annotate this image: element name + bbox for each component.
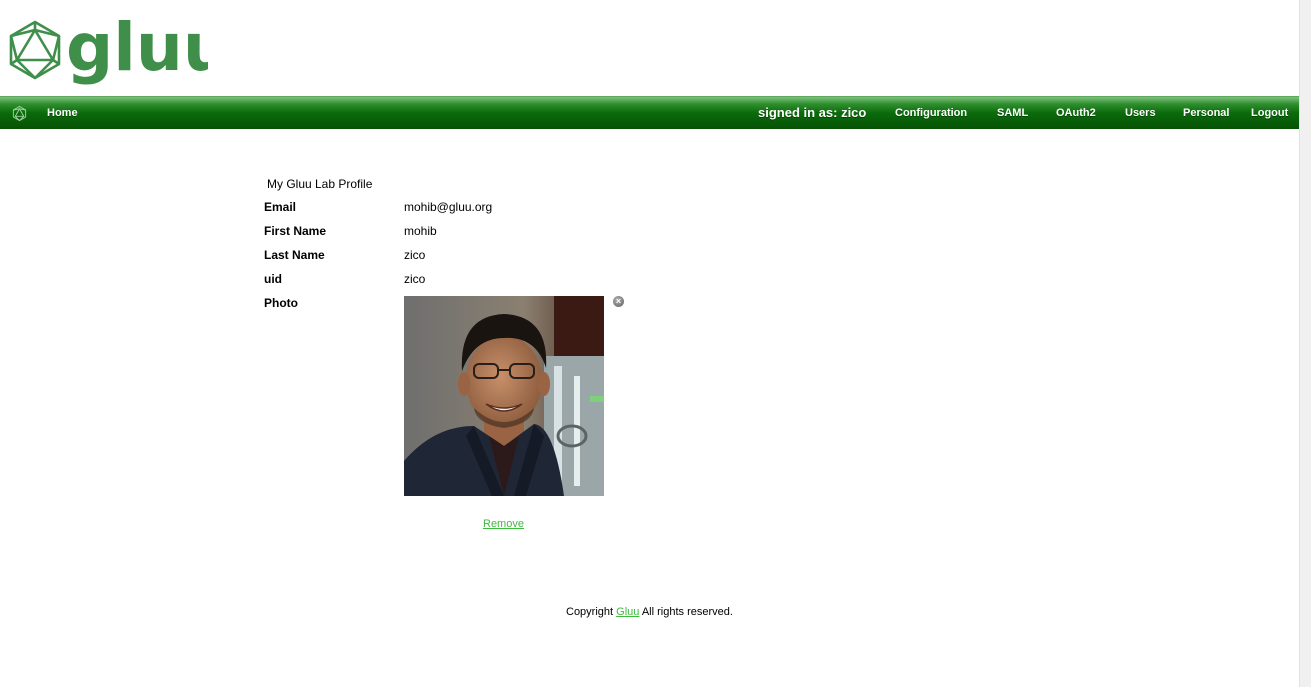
nav-logout[interactable]: Logout [1251, 97, 1288, 129]
footer-copyright-suffix: All rights reserved. [639, 606, 733, 618]
remove-photo-link[interactable]: Remove [483, 518, 524, 530]
last-name-label: Last Name [264, 248, 325, 262]
gluu-small-icon [12, 105, 27, 122]
logo-text: gluu [66, 9, 208, 86]
gluu-logo-graphic: gluu [9, 9, 208, 86]
nav-home[interactable]: Home [47, 97, 78, 129]
last-name-value: zico [404, 248, 426, 262]
email-value: mohib@gluu.org [404, 200, 493, 214]
profile-photo [404, 296, 604, 496]
nav-saml[interactable]: SAML [997, 97, 1028, 129]
profile-title: My Gluu Lab Profile [267, 177, 373, 191]
footer-gluu-link[interactable]: Gluu [616, 606, 639, 618]
nav-oauth2[interactable]: OAuth2 [1056, 97, 1096, 129]
uid-label: uid [264, 272, 282, 286]
footer-copyright-prefix: Copyright [566, 606, 617, 618]
window-edge-scroll-area [1299, 0, 1311, 687]
nav-users[interactable]: Users [1125, 97, 1156, 129]
email-label: Email [264, 200, 297, 214]
uid-value: zico [404, 272, 426, 286]
nav-configuration[interactable]: Configuration [895, 97, 967, 129]
top-navbar: Home signed in as: zico Configuration SA… [0, 96, 1299, 129]
gluu-logo[interactable]: gluu [8, 8, 208, 88]
footer: Copyright Gluu All rights reserved. [566, 606, 733, 618]
remove-photo-icon[interactable]: × [613, 296, 624, 307]
first-name-value: mohib [404, 224, 437, 238]
photo-label: Photo [264, 296, 298, 310]
page: gluu Home signed in as: zico Configurati… [0, 0, 1299, 687]
nav-personal[interactable]: Personal [1183, 97, 1229, 129]
first-name-label: First Name [264, 224, 327, 238]
signed-in-label: signed in as: zico [758, 105, 867, 120]
